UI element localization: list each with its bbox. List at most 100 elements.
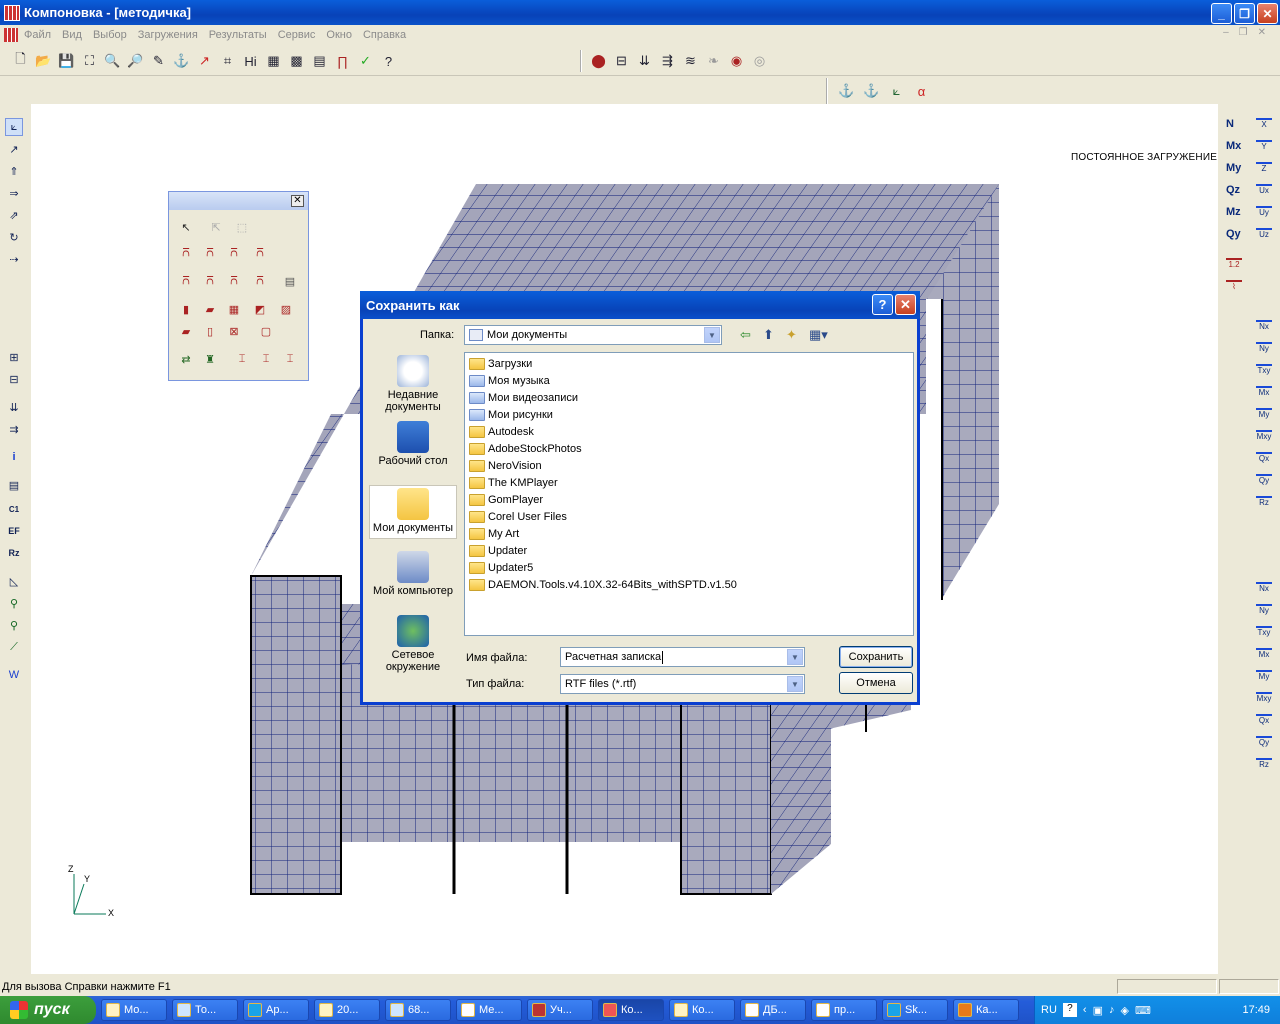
list-item[interactable]: My Art — [469, 525, 519, 542]
menu-window[interactable]: Окно — [326, 29, 352, 41]
wind-icon[interactable]: ≋ — [680, 51, 701, 71]
loads-tool-icon[interactable]: ⇊ — [5, 398, 23, 416]
push-tool-icon[interactable]: ⇑ — [5, 162, 23, 180]
frame-tool-4-icon[interactable]: ⩃ — [251, 244, 269, 262]
up-folder-icon[interactable]: ⬆ — [763, 327, 774, 343]
stress-nx-icon[interactable]: Nx — [1256, 320, 1272, 336]
force-mx-icon[interactable]: Mx — [1226, 140, 1241, 152]
disp-uy-icon[interactable]: Uy — [1256, 206, 1272, 222]
bed-icon[interactable]: ⊟ — [611, 51, 632, 71]
taskbar-item-12[interactable]: Sk... — [882, 999, 948, 1021]
anchor-y-icon[interactable]: ⚓ — [861, 81, 882, 101]
taskbar-item-8[interactable]: Ко... — [598, 999, 664, 1021]
force-qz-icon[interactable]: Qz — [1226, 184, 1240, 196]
taskbar-item-10[interactable]: ДБ... — [740, 999, 806, 1021]
frame-icon[interactable]: ∏ — [332, 51, 353, 71]
taskbar-item-6[interactable]: Ме... — [456, 999, 522, 1021]
frame-tool-3-icon[interactable]: ⩃ — [225, 244, 243, 262]
filename-input[interactable]: Расчетная записка ▼ — [560, 647, 805, 667]
word-export-icon[interactable]: W — [5, 666, 23, 684]
disp-z-icon[interactable]: Z — [1256, 162, 1272, 178]
menu-file[interactable]: Файл — [24, 29, 51, 41]
scale-icon[interactable]: 1.2 — [1226, 258, 1242, 274]
beam-tool-2-icon[interactable]: ⩃ — [201, 272, 219, 290]
stair-tool-icon[interactable]: ◩ — [251, 300, 269, 318]
move-tool-icon[interactable]: ⇒ — [5, 184, 23, 202]
grid2-tool-icon[interactable]: ⊟ — [5, 370, 23, 388]
c1-icon[interactable]: C1 — [5, 500, 23, 518]
volume-tray-icon[interactable]: ♪ — [1109, 1004, 1115, 1016]
leaf-icon[interactable]: ❧ — [703, 51, 724, 71]
beam-tool-3-icon[interactable]: ⩃ — [225, 272, 243, 290]
grid-view2-icon[interactable]: ▤ — [309, 51, 330, 71]
add-select-icon[interactable]: ⇱ — [207, 218, 225, 236]
menu-loads[interactable]: Загружения — [138, 29, 198, 41]
place-mycomputer[interactable]: Мой компьютер — [369, 551, 457, 597]
plate-mxy-icon[interactable]: Mxy — [1256, 692, 1272, 708]
measure-icon[interactable]: ◺ — [5, 572, 23, 590]
node-arrow-icon[interactable]: ↗ — [194, 51, 215, 71]
taskbar-item-2[interactable]: То... — [172, 999, 238, 1021]
list-item[interactable]: NeroVision — [469, 457, 542, 474]
anchor-x-icon[interactable]: ⚓ — [836, 81, 857, 101]
plate-ny-icon[interactable]: Ny — [1256, 604, 1272, 620]
axes-icon[interactable]: ⟀ — [886, 81, 907, 101]
disp-y-icon[interactable]: Y — [1256, 140, 1272, 156]
plate-qy-icon[interactable]: Qy — [1256, 736, 1272, 752]
node-tool-icon[interactable]: ↗ — [5, 140, 23, 158]
deform-icon[interactable]: ⌇ — [1226, 280, 1242, 296]
rotate-tool-icon[interactable]: ↻ — [5, 228, 23, 246]
beam-tool-4-icon[interactable]: ⩃ — [251, 272, 269, 290]
taskbar-item-5[interactable]: 68... — [385, 999, 451, 1021]
hatch-tool-icon[interactable]: ▨ — [277, 300, 295, 318]
plate-rz-icon[interactable]: Rz — [1256, 758, 1272, 774]
stress-rz-icon[interactable]: Rz — [1256, 496, 1272, 512]
file-list[interactable]: Загрузки Моя музыка Мои видеозаписи Мои … — [464, 352, 914, 636]
wall-tool-icon[interactable]: ▰ — [201, 300, 219, 318]
list-item[interactable]: GomPlayer — [469, 491, 543, 508]
save-button[interactable]: Сохранить — [839, 646, 913, 668]
back-icon[interactable]: ⇦ — [740, 327, 751, 343]
alpha-icon[interactable]: α — [911, 81, 932, 101]
check-icon[interactable]: ✓ — [355, 51, 376, 71]
security-tray-icon[interactable]: ◈ — [1120, 1004, 1128, 1017]
loads2-icon[interactable]: ⇶ — [657, 51, 678, 71]
cancel-button[interactable]: Отмена — [839, 672, 913, 694]
hi-icon[interactable]: Hi — [240, 51, 261, 71]
bottle-icon[interactable]: ♜ — [201, 350, 219, 368]
disp-ux-icon[interactable]: Ux — [1256, 184, 1272, 200]
filetype-select[interactable]: RTF files (*.rtf) ▼ — [560, 674, 805, 694]
support-tool-3-icon[interactable]: ⌶ — [281, 350, 299, 368]
menu-select[interactable]: Выбор — [93, 29, 127, 41]
ef-icon[interactable]: EF — [5, 522, 23, 540]
place-desktop[interactable]: Рабочий стол — [369, 421, 457, 467]
frame-tool-1-icon[interactable]: ⩃ — [177, 244, 195, 262]
pencil-icon[interactable]: ✎ — [148, 51, 169, 71]
force-qy-icon[interactable]: Qy — [1226, 228, 1241, 240]
menu-view[interactable]: Вид — [62, 29, 82, 41]
chevron-down-icon[interactable]: ▼ — [787, 649, 803, 665]
list-item[interactable]: Autodesk — [469, 423, 534, 440]
loads-icon[interactable]: ⇊ — [634, 51, 655, 71]
taskbar-item-4[interactable]: 20... — [314, 999, 380, 1021]
dialog-titlebar[interactable]: Сохранить как ? ✕ — [360, 291, 920, 319]
palette-close-icon[interactable]: ✕ — [291, 195, 304, 207]
column-tool-icon[interactable]: ▮ — [177, 300, 195, 318]
place-network[interactable]: Сетевое окружение — [369, 615, 457, 673]
copy-tool-icon[interactable]: ⇗ — [5, 206, 23, 224]
list-item[interactable]: AdobeStockPhotos — [469, 440, 582, 457]
beam-tool-1-icon[interactable]: ⩃ — [177, 272, 195, 290]
axes-tool-icon[interactable]: ⟀ — [5, 118, 23, 136]
mesh-icon[interactable]: ▦ — [263, 51, 284, 71]
close-button[interactable]: ✕ — [1257, 3, 1278, 24]
area-select-icon[interactable]: ⬚ — [233, 218, 251, 236]
link2-icon[interactable]: ⚲ — [5, 616, 23, 634]
zoom-out-icon[interactable]: 🔍 — [102, 51, 123, 71]
start-button[interactable]: пуск — [0, 996, 96, 1024]
zoom-in-icon[interactable]: 🔎 — [125, 51, 146, 71]
disp-x-icon[interactable]: X — [1256, 118, 1272, 134]
force-mz-icon[interactable]: Mz — [1226, 206, 1241, 218]
disp-uz-icon[interactable]: Uz — [1256, 228, 1272, 244]
plate-qx-icon[interactable]: Qx — [1256, 714, 1272, 730]
new-file-icon[interactable]: 🗋 — [10, 51, 31, 71]
